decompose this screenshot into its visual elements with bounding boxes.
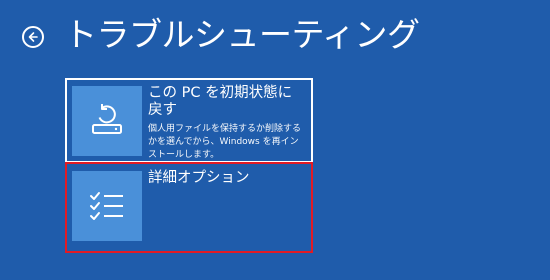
checklist-icon — [90, 192, 123, 220]
back-button[interactable] — [22, 26, 44, 48]
reset-pc-icon — [92, 104, 122, 134]
reset-pc-text: この PC を初期状態に戻す 個人用ファイルを保持するか削除するかを選んでから、… — [142, 85, 306, 160]
reset-pc-icon-box — [72, 86, 142, 156]
advanced-options-title: 詳細オプション — [148, 170, 250, 186]
advanced-options-option[interactable]: 詳細オプション — [65, 162, 313, 253]
advanced-options-text: 詳細オプション — [142, 170, 306, 245]
page-title: トラブルシューティング — [64, 15, 420, 54]
reset-pc-title: この PC を初期状態に戻す — [148, 85, 293, 118]
back-arrow-icon — [28, 32, 38, 42]
reset-pc-option[interactable]: この PC を初期状態に戻す 個人用ファイルを保持するか削除するかを選んでから、… — [65, 78, 313, 163]
advanced-options-icon-box — [72, 171, 142, 241]
reset-pc-description: 個人用ファイルを保持するか削除するかを選んでから、Windows を再インストー… — [148, 124, 302, 160]
